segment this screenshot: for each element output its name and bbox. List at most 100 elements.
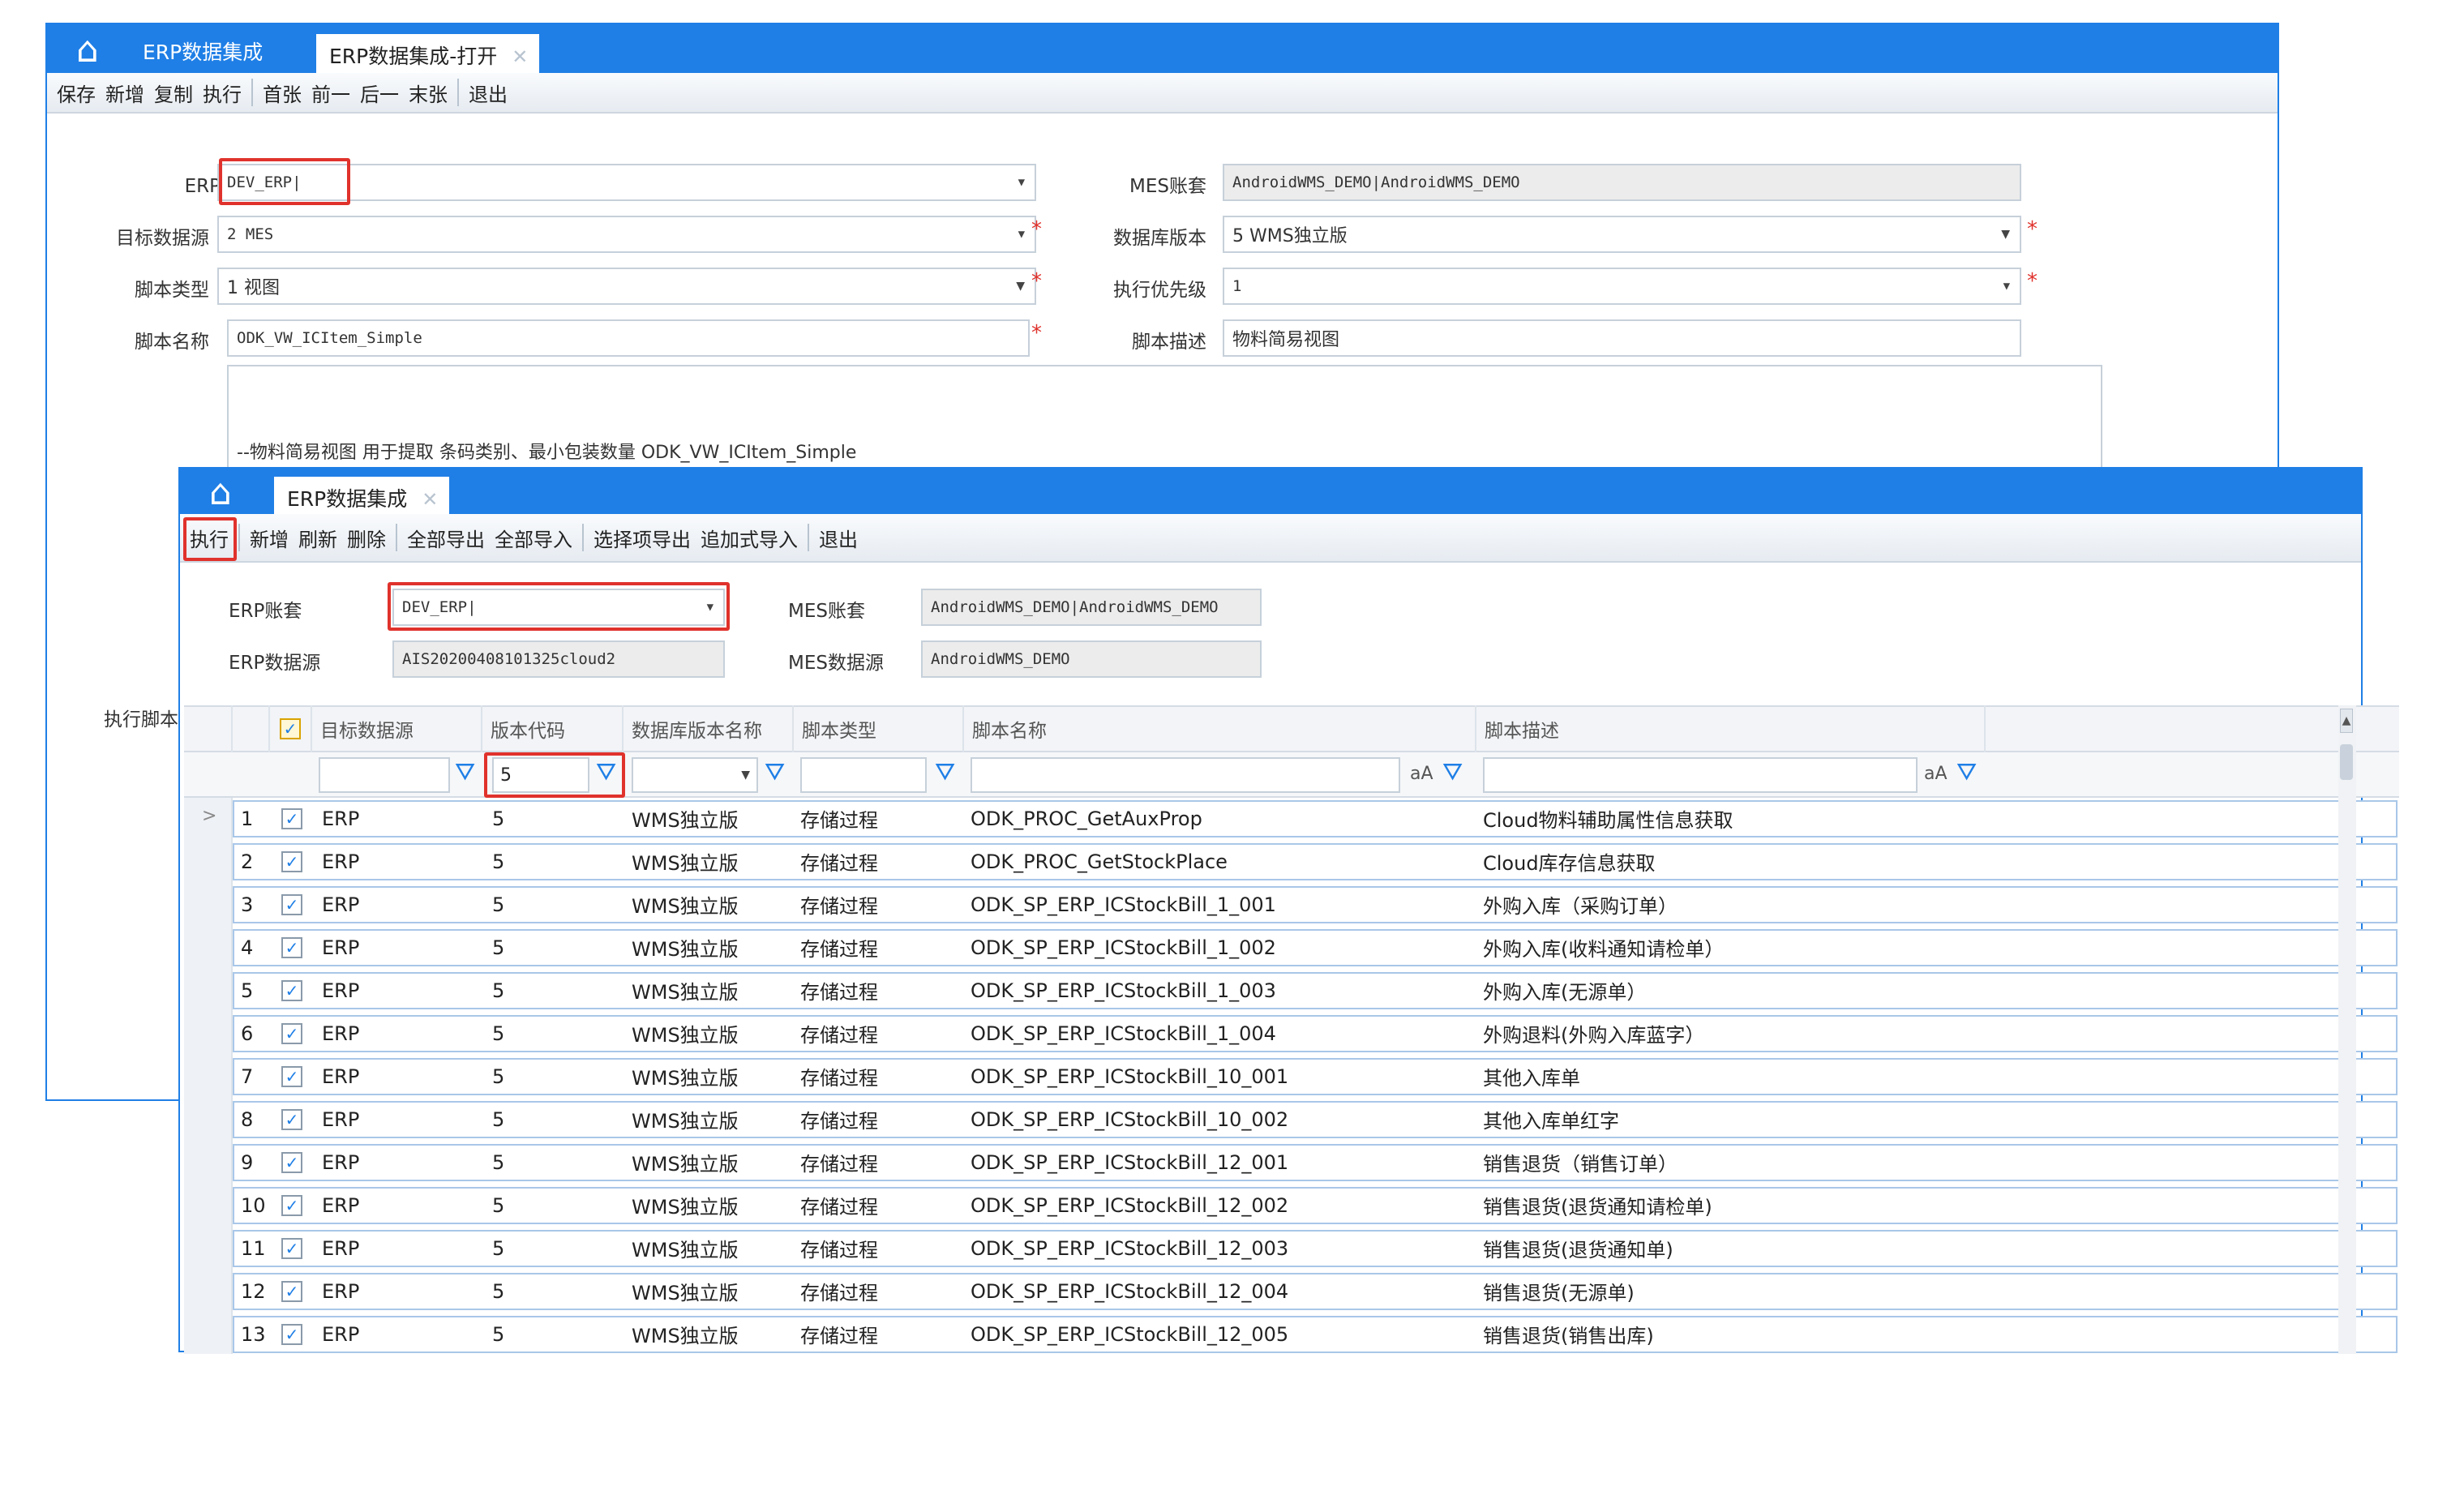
checkbox-icon[interactable]: ✓ — [281, 1108, 302, 1130]
exit-button[interactable]: 退出 — [464, 79, 512, 107]
row-indicator[interactable] — [184, 1056, 233, 1099]
checkbox-icon[interactable]: ✓ — [280, 718, 301, 739]
home-icon[interactable]: ⌂ — [209, 475, 232, 511]
checkbox-icon[interactable]: ✓ — [281, 1065, 302, 1087]
db-version-select[interactable]: 5 WMS独立版 ▼ — [1223, 216, 2021, 253]
filter-icon[interactable]: ⛛ — [935, 760, 955, 785]
row-checkbox[interactable]: ✓ — [281, 970, 302, 1011]
table-row[interactable]: ✓ 7 ERP 5 WMS独立版 存储过程 ODK_SP_ERP_ICStockBill_1… — [184, 1056, 2399, 1099]
row-indicator[interactable] — [184, 1184, 233, 1227]
case-toggle-icon[interactable]: aA — [1924, 764, 1948, 784]
save-button[interactable]: 保存 — [52, 79, 101, 107]
grid-scrollbar[interactable]: ▲ — [2338, 705, 2356, 1354]
checkbox-icon[interactable]: ✓ — [281, 1194, 302, 1216]
row-indicator[interactable] — [184, 970, 233, 1013]
filter-script-type[interactable] — [800, 757, 927, 793]
row-checkbox[interactable]: ✓ — [281, 1142, 302, 1183]
table-row[interactable]: ✓ 11 ERP 5 WMS独立版 存储过程 ODK_SP_ERP_ICStockBill_… — [184, 1227, 2399, 1270]
table-row[interactable]: ✓ 5 ERP 5 WMS独立版 存储过程 ODK_SP_ERP_ICStockBill_1… — [184, 970, 2399, 1013]
row-checkbox[interactable]: ✓ — [281, 1099, 302, 1140]
row-indicator[interactable] — [184, 1013, 233, 1056]
filter-target-source[interactable] — [319, 757, 450, 793]
chevron-down-icon[interactable]: ▼ — [2001, 228, 2010, 241]
copy-button[interactable]: 复制 — [149, 79, 198, 107]
import-all-button[interactable]: 全部导入 — [490, 524, 577, 552]
checkbox-icon[interactable]: ✓ — [281, 850, 302, 872]
header-select-all[interactable]: ✓ — [270, 705, 312, 752]
checkbox-icon[interactable]: ✓ — [281, 1323, 302, 1345]
row-checkbox[interactable]: ✓ — [281, 1227, 302, 1269]
close-icon[interactable]: ✕ — [422, 488, 438, 511]
table-row[interactable]: ✓ 13 ERP 5 WMS独立版 存储过程 ODK_SP_ERP_ICStockBill_… — [184, 1313, 2399, 1354]
filter-script-desc[interactable] — [1483, 757, 1918, 793]
script-desc-field[interactable]: 物料简易视图 — [1223, 319, 2021, 357]
row-indicator[interactable] — [184, 1227, 233, 1270]
row-checkbox[interactable]: ✓ — [281, 1270, 302, 1312]
row-indicator[interactable] — [184, 1099, 233, 1142]
script-type-select[interactable]: 1 视图 ▼ — [217, 268, 1036, 305]
target-source-select[interactable]: 2 MES ▼ — [217, 216, 1036, 253]
table-row[interactable]: > ✓ 1 ERP 5 WMS独立版 存储过程 ODK_PROC_GetAuxProp Clou… — [184, 798, 2399, 841]
execute-button[interactable]: 执行 — [198, 79, 246, 107]
checkbox-icon[interactable]: ✓ — [281, 1022, 302, 1044]
row-checkbox[interactable]: ✓ — [281, 798, 302, 839]
row-checkbox[interactable]: ✓ — [281, 1013, 302, 1054]
row-checkbox[interactable]: ✓ — [281, 1313, 302, 1354]
scroll-up-icon[interactable]: ▲ — [2340, 709, 2353, 733]
checkbox-icon[interactable]: ✓ — [281, 936, 302, 958]
first-button[interactable]: 首张 — [258, 79, 306, 107]
checkbox-icon[interactable]: ✓ — [281, 979, 302, 1001]
checkbox-icon[interactable]: ✓ — [281, 807, 302, 829]
table-row[interactable]: ✓ 6 ERP 5 WMS独立版 存储过程 ODK_SP_ERP_ICStockBill_1… — [184, 1013, 2399, 1056]
table-row[interactable]: ✓ 3 ERP 5 WMS独立版 存储过程 ODK_SP_ERP_ICStockBill_1… — [184, 884, 2399, 927]
delete-button[interactable]: 删除 — [342, 524, 391, 552]
refresh-button[interactable]: 刷新 — [294, 524, 342, 552]
last-button[interactable]: 末张 — [404, 79, 452, 107]
chevron-down-icon[interactable]: ▼ — [741, 769, 750, 782]
col-header-target-source[interactable]: 目标数据源 — [312, 705, 482, 752]
filter-icon[interactable]: ⛛ — [765, 760, 785, 785]
tab-erp-integration[interactable]: ERP数据集成 — [143, 36, 263, 66]
row-indicator[interactable] — [184, 884, 233, 927]
table-row[interactable]: ✓ 10 ERP 5 WMS独立版 存储过程 ODK_SP_ERP_ICStockBill_… — [184, 1184, 2399, 1227]
row-checkbox[interactable]: ✓ — [281, 884, 302, 925]
checkbox-icon[interactable]: ✓ — [281, 1280, 302, 1302]
script-name-field[interactable]: ODK_VW_ICItem_Simple — [227, 319, 1030, 357]
col-header-script-desc[interactable]: 脚本描述 — [1476, 705, 1986, 752]
exit-button[interactable]: 退出 — [814, 524, 863, 552]
new-button[interactable]: 新增 — [101, 79, 149, 107]
row-checkbox[interactable]: ✓ — [281, 1056, 302, 1097]
table-row[interactable]: ✓ 12 ERP 5 WMS独立版 存储过程 ODK_SP_ERP_ICStockBill_… — [184, 1270, 2399, 1313]
col-header-db-version-name[interactable]: 数据库版本名称 — [623, 705, 794, 752]
table-row[interactable]: ✓ 9 ERP 5 WMS独立版 存储过程 ODK_SP_ERP_ICStockBill_1… — [184, 1142, 2399, 1184]
row-indicator[interactable]: > — [184, 798, 233, 841]
row-checkbox[interactable]: ✓ — [281, 1184, 302, 1226]
row-checkbox[interactable]: ✓ — [281, 927, 302, 968]
table-row[interactable]: ✓ 8 ERP 5 WMS独立版 存储过程 ODK_SP_ERP_ICStockBill_1… — [184, 1099, 2399, 1142]
close-icon[interactable]: ✕ — [512, 45, 528, 68]
next-button[interactable]: 后一 — [355, 79, 404, 107]
case-toggle-icon[interactable]: aA — [1410, 764, 1433, 784]
exec-priority-select[interactable]: 1 ▼ — [1223, 268, 2021, 305]
home-icon[interactable]: ⌂ — [76, 32, 99, 68]
new-button[interactable]: 新增 — [245, 524, 294, 552]
tab-erp-integration-open[interactable]: ERP数据集成-打开 ✕ — [316, 34, 540, 73]
filter-icon[interactable]: ⛛ — [455, 760, 475, 785]
checkbox-icon[interactable]: ✓ — [281, 1237, 302, 1259]
row-indicator[interactable] — [184, 841, 233, 884]
col-header-version-code[interactable]: 版本代码 — [482, 705, 623, 752]
append-import-button[interactable]: 追加式导入 — [696, 524, 803, 552]
filter-script-name[interactable] — [971, 757, 1400, 793]
checkbox-icon[interactable]: ✓ — [281, 893, 302, 915]
filter-db-version-name[interactable]: ▼ — [632, 757, 758, 793]
col-header-script-type[interactable]: 脚本类型 — [794, 705, 964, 752]
prev-button[interactable]: 前一 — [306, 79, 355, 107]
table-row[interactable]: ✓ 2 ERP 5 WMS独立版 存储过程 ODK_PROC_GetStockPlace Cl… — [184, 841, 2399, 884]
row-indicator[interactable] — [184, 1142, 233, 1184]
filter-icon[interactable]: ⛛ — [1442, 760, 1463, 785]
tab-erp-integration[interactable]: ERP数据集成 ✕ — [274, 477, 450, 514]
export-selected-button[interactable]: 选择项导出 — [589, 524, 696, 552]
col-header-script-name[interactable]: 脚本名称 — [964, 705, 1476, 752]
row-checkbox[interactable]: ✓ — [281, 841, 302, 882]
checkbox-icon[interactable]: ✓ — [281, 1151, 302, 1173]
